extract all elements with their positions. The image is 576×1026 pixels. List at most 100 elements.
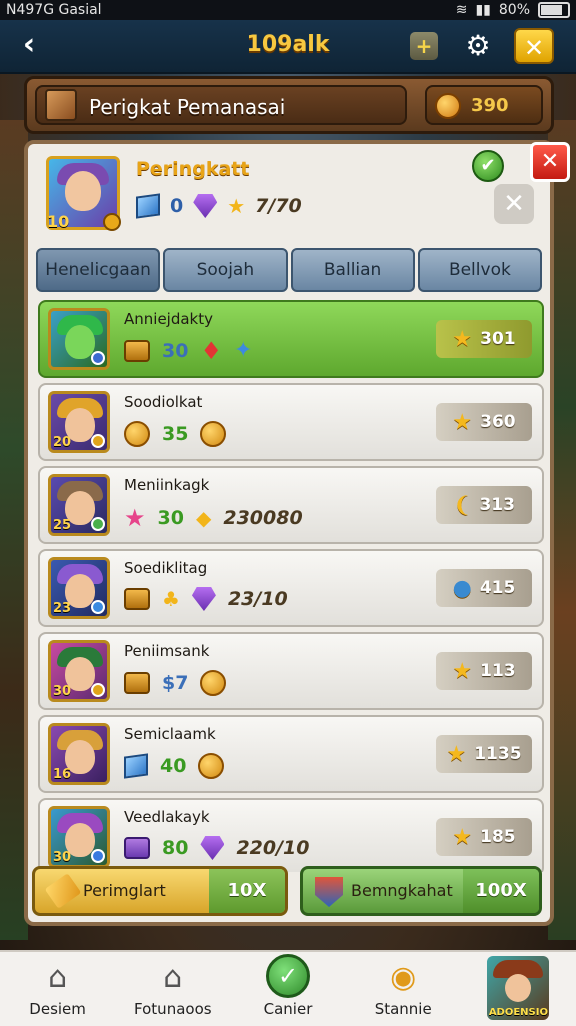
coin-counter[interactable]: 390 <box>425 85 543 125</box>
score-box: ★ 1135 <box>436 735 532 773</box>
score-box: ● 415 <box>436 569 532 607</box>
cube-icon <box>136 193 160 219</box>
rank-badge-icon <box>91 849 105 863</box>
target-icon: ◉ <box>390 960 417 995</box>
footer-left-button[interactable]: Perimglart 10X <box>32 866 288 916</box>
list-item[interactable]: Anniejdakty 30 ♦ ✦ ★ 301 <box>38 300 544 378</box>
avatar-level: 23 <box>53 601 72 616</box>
points-value: 7/70 <box>255 195 302 217</box>
footer-right-button[interactable]: Bemngkahat 100X <box>300 866 542 916</box>
rank-badge-icon <box>91 683 105 697</box>
house-icon: ⌂ <box>48 960 68 995</box>
list-item[interactable]: 16 Semiclaamk 40 ★ 1135 <box>38 715 544 793</box>
coin-value: 390 <box>471 95 509 116</box>
player-stats: ★ 30 ◆ 230080 <box>124 504 303 532</box>
ranking-banner: Perigkat Pemanasai 390 <box>24 76 554 134</box>
nav-item-hero[interactable]: ADOENSIO <box>461 952 576 1026</box>
ranking-panel: 10 Peringkatt 0 ★ 7/70 ✔ ✕ ✕ Henelicgaan… <box>24 140 570 926</box>
coin-icon <box>435 93 461 119</box>
score-box: ❨ 313 <box>436 486 532 524</box>
status-carrier: N497G Gasial <box>6 2 102 18</box>
shield-icon <box>315 877 343 907</box>
stat-value: $7 <box>162 672 189 694</box>
tab-0[interactable]: Henelicgaan <box>36 248 161 292</box>
stat-value-2: 230080 <box>223 507 303 529</box>
list-item[interactable]: 20 Soodiolkat 35 ★ 360 <box>38 383 544 461</box>
gold-bag-icon: ♣ <box>162 587 180 611</box>
list-item[interactable]: 30 Veedlakayk 80 220/10 ★ 185 <box>38 798 544 872</box>
nav-label: Canier <box>263 1000 313 1018</box>
level-badge-icon <box>103 213 121 231</box>
list-item[interactable]: 25 Meniinkagk ★ 30 ◆ 230080 ❨ 313 <box>38 466 544 544</box>
chest-icon <box>124 588 150 610</box>
add-button[interactable]: + <box>410 32 438 60</box>
nav-label: Stannie <box>374 1000 432 1018</box>
avatar: 30 <box>48 806 110 868</box>
avatar-level: 30 <box>53 850 72 865</box>
star-icon: ★ <box>227 194 246 218</box>
rank-badge-icon <box>91 351 105 365</box>
player-stats: 0 ★ 7/70 <box>136 193 302 219</box>
tab-2[interactable]: Ballian <box>290 248 415 292</box>
banner-title-box: Perigkat Pemanasai <box>35 85 407 125</box>
star-icon: ★ <box>452 824 473 850</box>
purple-chest-icon <box>124 837 150 859</box>
home-outline-icon: ⌂ <box>163 960 183 995</box>
score-box: ★ 185 <box>436 818 532 856</box>
red-close-button[interactable]: ✕ <box>530 142 570 182</box>
avatar-level: 20 <box>53 435 72 450</box>
nav-item-3[interactable]: ◉ Stannie <box>346 952 461 1026</box>
nav-item-2[interactable]: ✓ Canier <box>230 952 345 1026</box>
stat-value: 40 <box>160 755 187 777</box>
gem-icon <box>193 194 218 218</box>
footer-left-count: 10X <box>209 869 285 913</box>
score-value: 185 <box>480 827 516 847</box>
hero-face <box>505 974 532 1002</box>
rank-badge-icon <box>91 517 105 531</box>
player-name: Anniejdakty <box>124 310 213 328</box>
cube-value: 0 <box>170 195 184 217</box>
wifi-icon: ≋ <box>455 2 468 18</box>
stat-value: 35 <box>162 423 189 445</box>
coin-stack-icon <box>198 753 225 779</box>
player-stats: 80 220/10 <box>124 836 310 860</box>
gold-gem-icon: ◆ <box>195 506 212 530</box>
score-value: 113 <box>480 661 516 681</box>
confirm-button[interactable]: ✔ <box>472 150 504 182</box>
player-stats: 40 <box>124 753 225 779</box>
star-icon: ★ <box>452 409 473 435</box>
stat-value-2: 220/10 <box>236 837 310 859</box>
check-circle-icon: ✓ <box>266 954 310 998</box>
score-value: 1135 <box>474 744 522 764</box>
status-bar: N497G Gasial ≋ ▮▮ 80% <box>0 0 576 20</box>
pink-star-icon: ★ <box>124 504 146 532</box>
stat-value: 30 <box>157 507 184 529</box>
chest-icon <box>124 339 150 362</box>
dismiss-button[interactable]: ✕ <box>494 184 534 224</box>
ranking-list: Anniejdakty 30 ♦ ✦ ★ 301 20 Soodiolkat 3… <box>38 300 544 872</box>
nav-label: Desiem <box>29 1000 86 1018</box>
player-stats: 35 <box>124 421 227 447</box>
status-right: ≋ ▮▮ 80% <box>456 2 570 18</box>
tab-1[interactable]: Soojah <box>163 248 288 292</box>
list-item[interactable]: 30 Peniimsank $7 ★ 113 <box>38 632 544 710</box>
tab-3[interactable]: Bellvok <box>417 248 542 292</box>
player-name: Soediklitag <box>124 559 208 577</box>
player-name: Peringkatt <box>136 158 250 180</box>
rank-badge-icon <box>91 434 105 448</box>
nav-item-0[interactable]: ⌂ Desiem <box>0 952 115 1026</box>
player-avatar[interactable]: 10 <box>46 156 121 231</box>
avatar: 25 <box>48 474 110 536</box>
nav-item-1[interactable]: ⌂ Fotunaoos <box>115 952 230 1026</box>
footer-right-label: Bemngkahat <box>351 881 453 900</box>
star-icon: ★ <box>452 326 473 352</box>
score-box: ★ 301 <box>436 320 532 358</box>
list-item[interactable]: 23 Soediklitag ♣ 23/10 ● 415 <box>38 549 544 627</box>
close-button[interactable]: ✕ <box>514 28 554 64</box>
rank-badge-icon <box>91 600 105 614</box>
score-box: ★ 360 <box>436 403 532 441</box>
gem-icon <box>200 836 225 860</box>
gear-icon[interactable]: ⚙ <box>462 30 494 62</box>
avatar <box>48 308 110 370</box>
footer-left-label: Perimglart <box>83 881 166 900</box>
